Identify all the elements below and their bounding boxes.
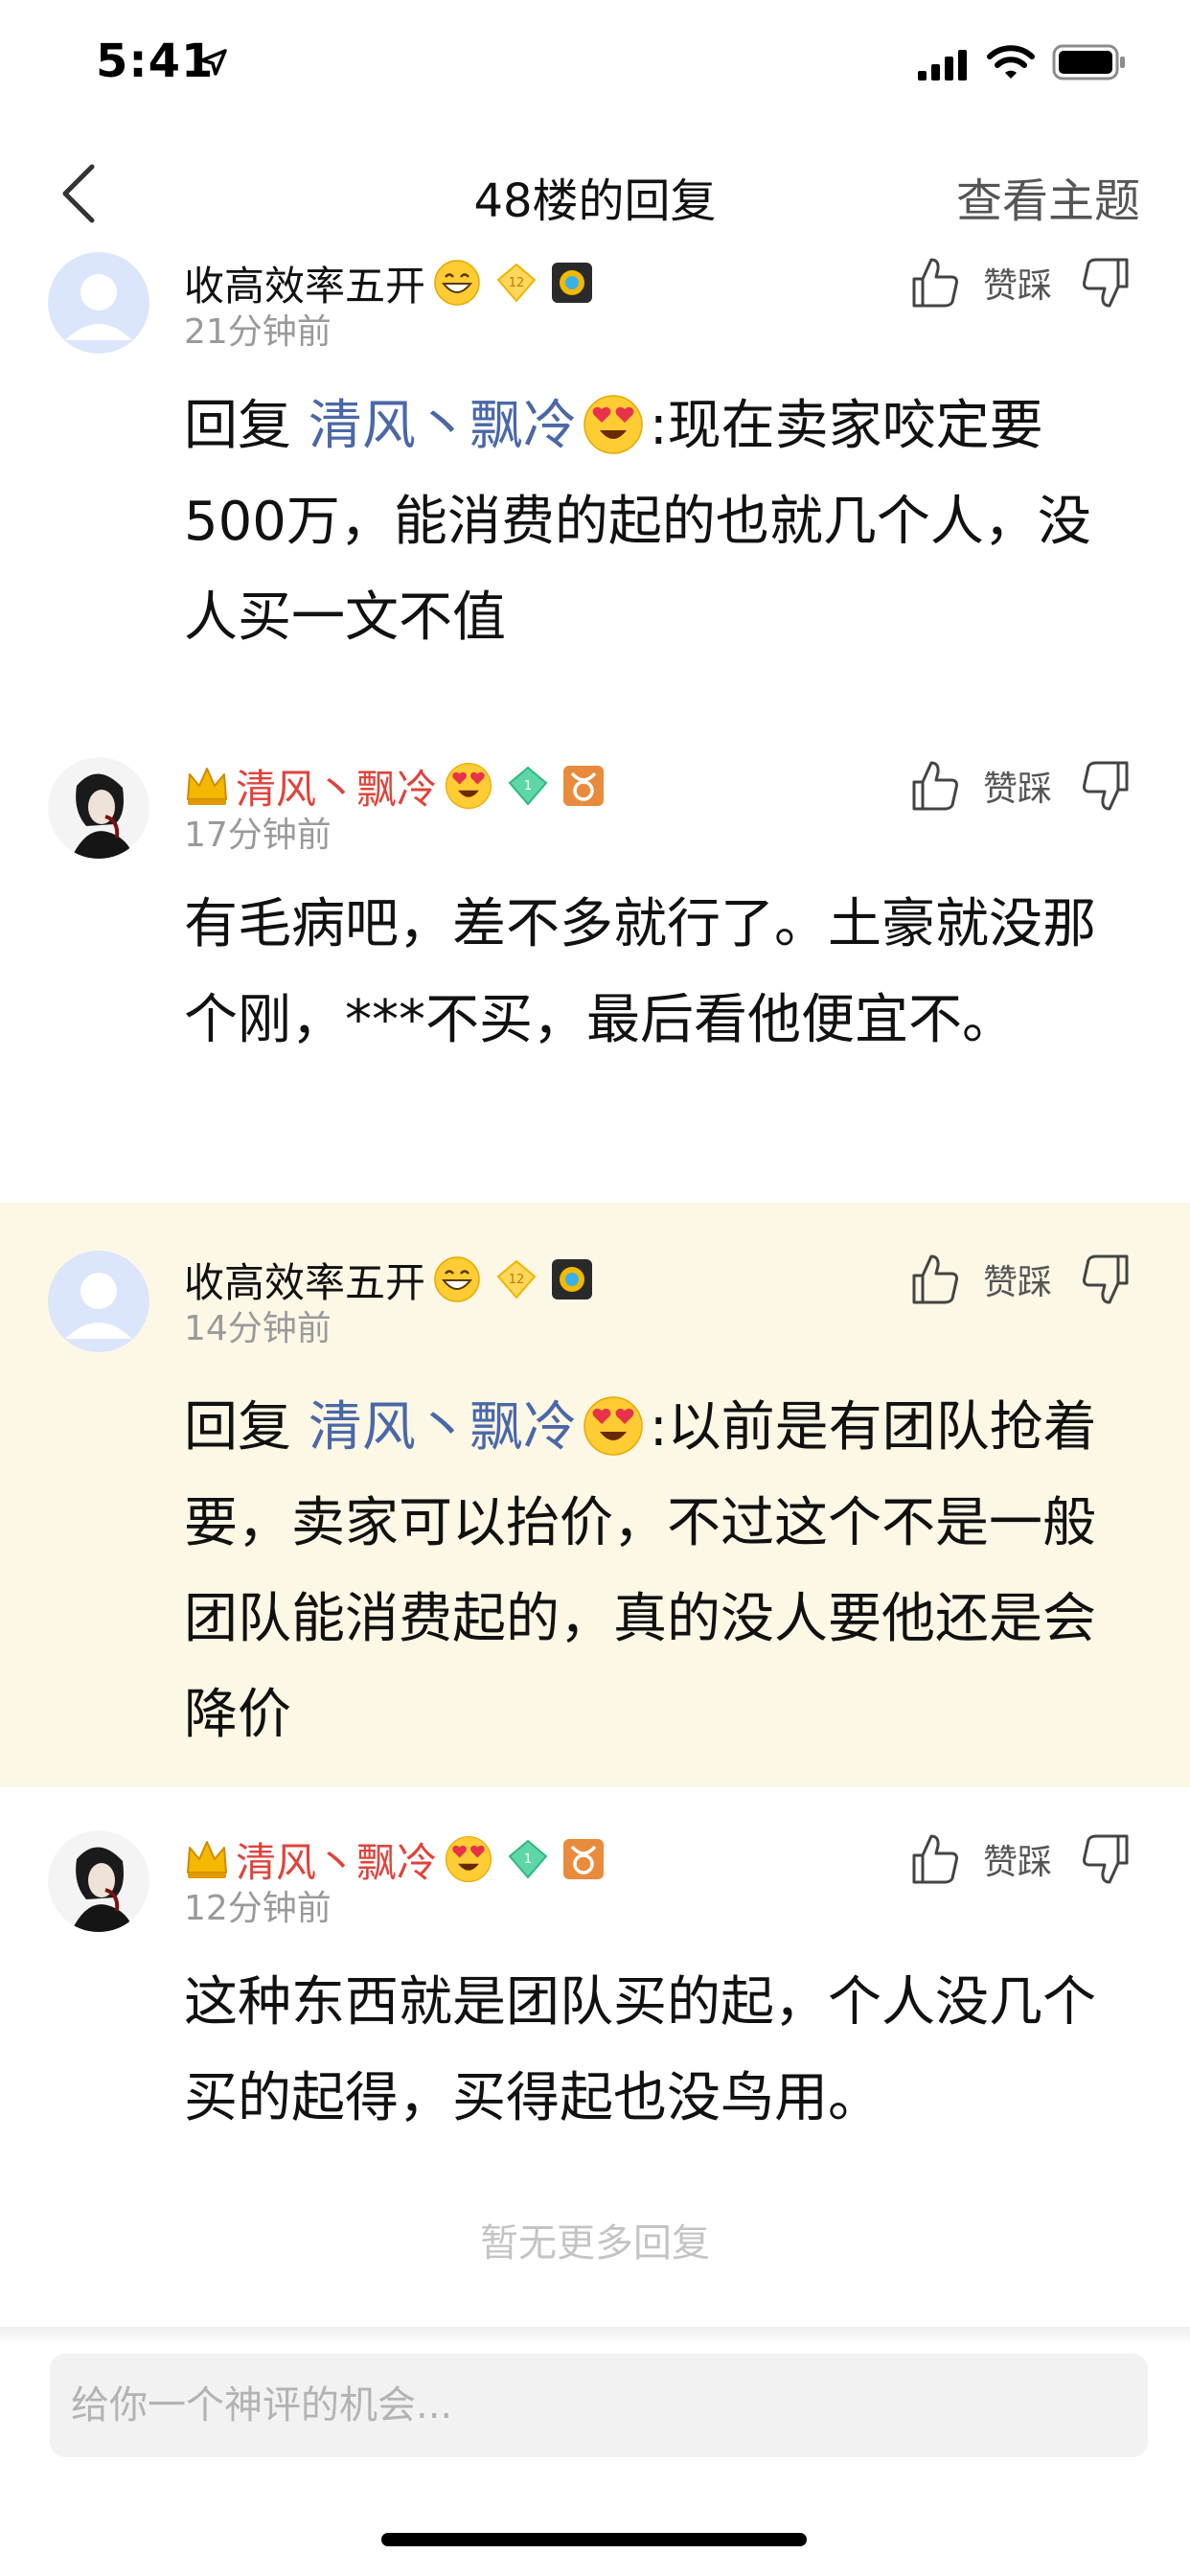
nav-bar: 48楼的回复 查看主题 xyxy=(0,144,1190,240)
page: 5:41 48楼的回复 查看主题 收高效率五开 12 21分钟前 赞踩 回复 清… xyxy=(0,0,1190,2576)
thumbs-up-icon[interactable] xyxy=(910,759,960,813)
username-row: 清风丶飘冷 1 xyxy=(184,1830,606,1888)
thumbs-up-icon[interactable] xyxy=(910,1832,960,1886)
comment-body: 这种东西就是团队买的起，个人没几个买的起得，买得起也没鸟用。 xyxy=(184,1971,1096,2129)
avatar[interactable] xyxy=(48,252,149,354)
thumbs-down-icon[interactable] xyxy=(1081,759,1131,813)
time-ago: 14分钟前 xyxy=(184,1309,332,1348)
time-ago: 17分钟前 xyxy=(184,816,332,855)
svg-text:1: 1 xyxy=(524,779,532,794)
grin-emoji-icon xyxy=(434,1256,480,1302)
gear-badge-icon xyxy=(552,263,593,303)
avatar[interactable] xyxy=(48,757,149,859)
svg-text:1: 1 xyxy=(524,1852,532,1867)
taurus-badge-icon xyxy=(563,766,605,806)
input-bar-divider xyxy=(0,2327,1190,2346)
home-indicator[interactable] xyxy=(381,2533,807,2546)
comment-text: 回复 清风丶飘冷:以前是有团队抢着要，卖家可以抬价，不过这个不是一般团队能消费起… xyxy=(184,1380,1133,1763)
comment-body: 有毛病吧，差不多就行了。土豪就没那个刚，***不买，最后看他便宜不。 xyxy=(184,893,1096,1051)
comment-item: 清风丶飘冷 1 12分钟前 赞踩 这种东西就是团队买的起，个人没几个买的起得，买… xyxy=(0,1802,1190,2166)
no-more-replies: 暂无更多回复 xyxy=(480,2221,710,2266)
comment-item-highlighted: 收高效率五开 12 14分钟前 赞踩 回复 清风丶飘冷:以前是有团队抢着要，卖家… xyxy=(0,1203,1190,1787)
vote-label: 赞踩 xyxy=(983,1843,1053,1882)
status-bar: 5:41 xyxy=(0,0,1190,134)
username-row: 收高效率五开 12 xyxy=(184,1251,594,1308)
mention-link[interactable]: 清风丶飘冷 xyxy=(309,395,577,457)
signal-icon xyxy=(918,50,967,80)
avatar[interactable] xyxy=(48,1251,149,1352)
thumbs-down-icon[interactable] xyxy=(1081,256,1131,310)
vote-label: 赞踩 xyxy=(983,1263,1053,1302)
comment-item: 收高效率五开 12 21分钟前 赞踩 回复 清风丶飘冷:现在卖家咬定要500万，… xyxy=(0,244,1190,695)
mention-link[interactable]: 清风丶飘冷 xyxy=(309,1396,577,1459)
crown-icon xyxy=(187,768,227,805)
gear-badge-icon xyxy=(552,1259,593,1300)
wifi-icon xyxy=(987,45,1035,79)
location-arrow-icon xyxy=(200,49,227,76)
taurus-badge-icon xyxy=(563,1839,605,1879)
heart-eyes-emoji-icon xyxy=(584,1396,643,1456)
avatar[interactable] xyxy=(48,1830,149,1932)
diamond-badge-icon: 1 xyxy=(508,766,548,806)
level-badge-icon: 12 xyxy=(496,1259,537,1300)
svg-text:12: 12 xyxy=(509,1273,525,1287)
thumbs-up-icon[interactable] xyxy=(910,256,960,310)
heart-eyes-emoji-icon xyxy=(584,395,643,454)
vote-label: 赞踩 xyxy=(983,770,1053,809)
crown-icon xyxy=(187,1841,227,1878)
vote-actions: 赞踩 xyxy=(910,1251,1131,1308)
time-ago: 21分钟前 xyxy=(184,312,332,352)
reply-prefix: 回复 xyxy=(184,1396,309,1459)
comment-input[interactable] xyxy=(50,2354,1148,2457)
svg-text:12: 12 xyxy=(509,276,525,290)
status-time: 5:41 xyxy=(96,34,215,88)
vote-label: 赞踩 xyxy=(983,266,1053,306)
grin-emoji-icon xyxy=(434,260,480,306)
thumbs-up-icon[interactable] xyxy=(910,1253,960,1306)
time-ago: 12分钟前 xyxy=(184,1889,332,1928)
vote-actions: 赞踩 xyxy=(910,757,1131,815)
thumbs-down-icon[interactable] xyxy=(1081,1253,1131,1306)
view-topic-button[interactable]: 查看主题 xyxy=(956,163,1140,230)
vote-actions: 赞踩 xyxy=(910,1830,1131,1888)
heart-eyes-emoji-icon xyxy=(445,1835,492,1883)
comment-text: 回复 清风丶飘冷:现在卖家咬定要500万，能消费的起的也就几个人，没人买一文不值 xyxy=(184,379,1133,666)
vote-actions: 赞踩 xyxy=(910,254,1131,311)
comment-item: 清风丶飘冷 1 17分钟前 赞踩 有毛病吧，差不多就行了。土豪就没那个刚，***… xyxy=(0,738,1190,1198)
heart-eyes-emoji-icon xyxy=(445,762,492,810)
comment-text: 有毛病吧，差不多就行了。土豪就没那个刚，***不买，最后看他便宜不。 xyxy=(184,877,1133,1069)
battery-icon xyxy=(1052,44,1125,80)
reply-prefix: 回复 xyxy=(184,395,309,457)
comment-text: 这种东西就是团队买的起，个人没几个买的起得，买得起也没鸟用。 xyxy=(184,1955,1133,2147)
username-row: 收高效率五开 12 xyxy=(184,254,594,311)
diamond-badge-icon: 1 xyxy=(508,1839,548,1879)
thumbs-down-icon[interactable] xyxy=(1081,1832,1131,1886)
username-row: 清风丶飘冷 1 xyxy=(184,757,606,815)
level-badge-icon: 12 xyxy=(496,263,537,303)
